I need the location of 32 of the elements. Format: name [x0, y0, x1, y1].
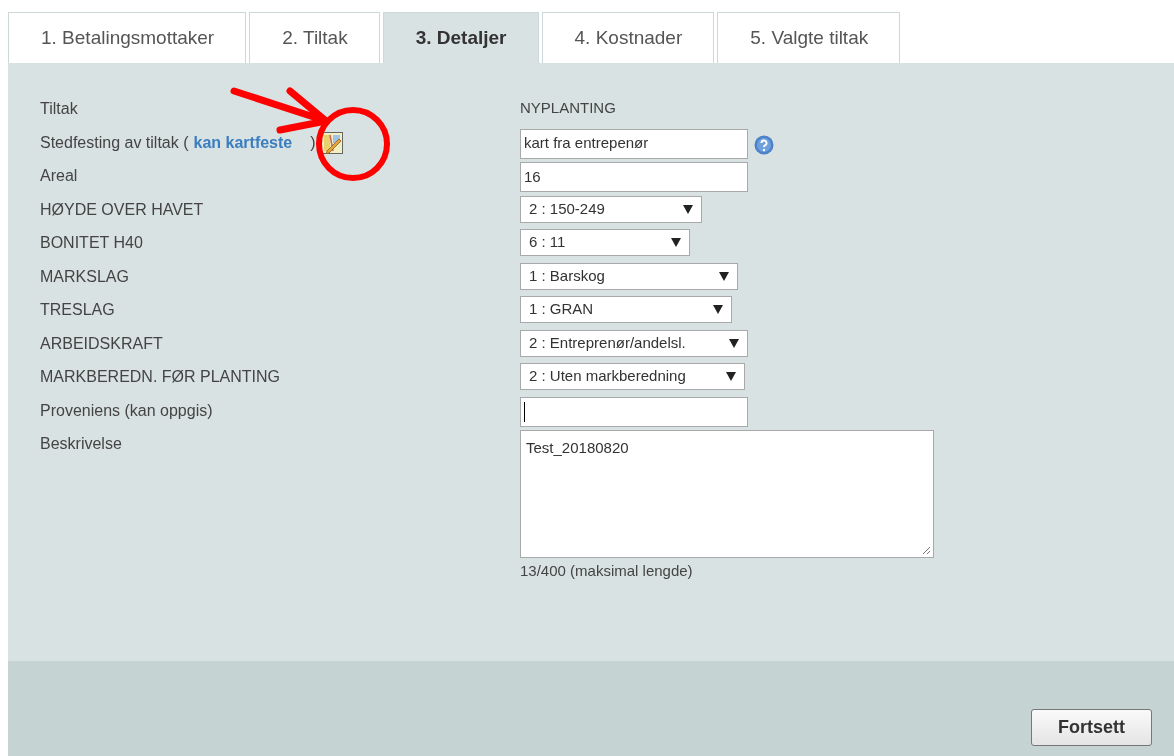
tab[interactable]: 2. Tiltak: [249, 12, 380, 63]
field-label: TRESLAG: [40, 300, 115, 320]
tab[interactable]: 1. Betalingsmottaker: [8, 12, 247, 63]
input-field[interactable]: kart fra entrepenør: [520, 128, 748, 159]
dropdown[interactable]: 2 : Uten markberedning: [520, 363, 745, 390]
dropdown[interactable]: 2 : 150-249: [520, 195, 702, 223]
dropdown[interactable]: 2 : Entreprenør/andelsl.: [520, 329, 748, 357]
tab[interactable]: 5. Valgte tiltak: [717, 12, 901, 63]
continue-button[interactable]: Fortsett: [1031, 709, 1152, 746]
help-icon[interactable]: [754, 134, 774, 155]
field-label: ): [310, 132, 316, 153]
field-label: ARBEIDSKRAFT: [40, 333, 163, 354]
field-label: BONITET H40: [40, 233, 143, 253]
dropdown[interactable]: 6 : 11: [520, 229, 690, 256]
text-area[interactable]: Test_20180820: [520, 430, 934, 558]
tab[interactable]: 3. Detaljer: [382, 12, 539, 63]
field-label: MARKBEREDN. FØR PLANTING: [40, 367, 281, 387]
field-label: Tiltak: [40, 99, 78, 119]
field-label: Beskrivelse: [40, 434, 122, 454]
field-label: Proveniens (kan oppgis): [40, 400, 213, 421]
dropdown[interactable]: 1 : Barskog: [520, 262, 738, 290]
field-value: NYPLANTING: [520, 98, 616, 118]
dropdown[interactable]: 1 : GRAN: [520, 296, 732, 323]
resize-grip-icon[interactable]: [921, 545, 931, 555]
char-counter: 13/400 (maksimal lengde): [520, 561, 694, 581]
field-label: HØYDE OVER HAVET: [40, 199, 204, 220]
tab[interactable]: 4. Kostnader: [541, 12, 715, 63]
input-field[interactable]: 16: [520, 162, 748, 192]
input-field[interactable]: [520, 396, 748, 427]
field-label: Areal: [40, 166, 78, 186]
field-label: Stedfesting av tiltak (: [40, 132, 189, 153]
field-label: MARKSLAG: [40, 266, 129, 287]
